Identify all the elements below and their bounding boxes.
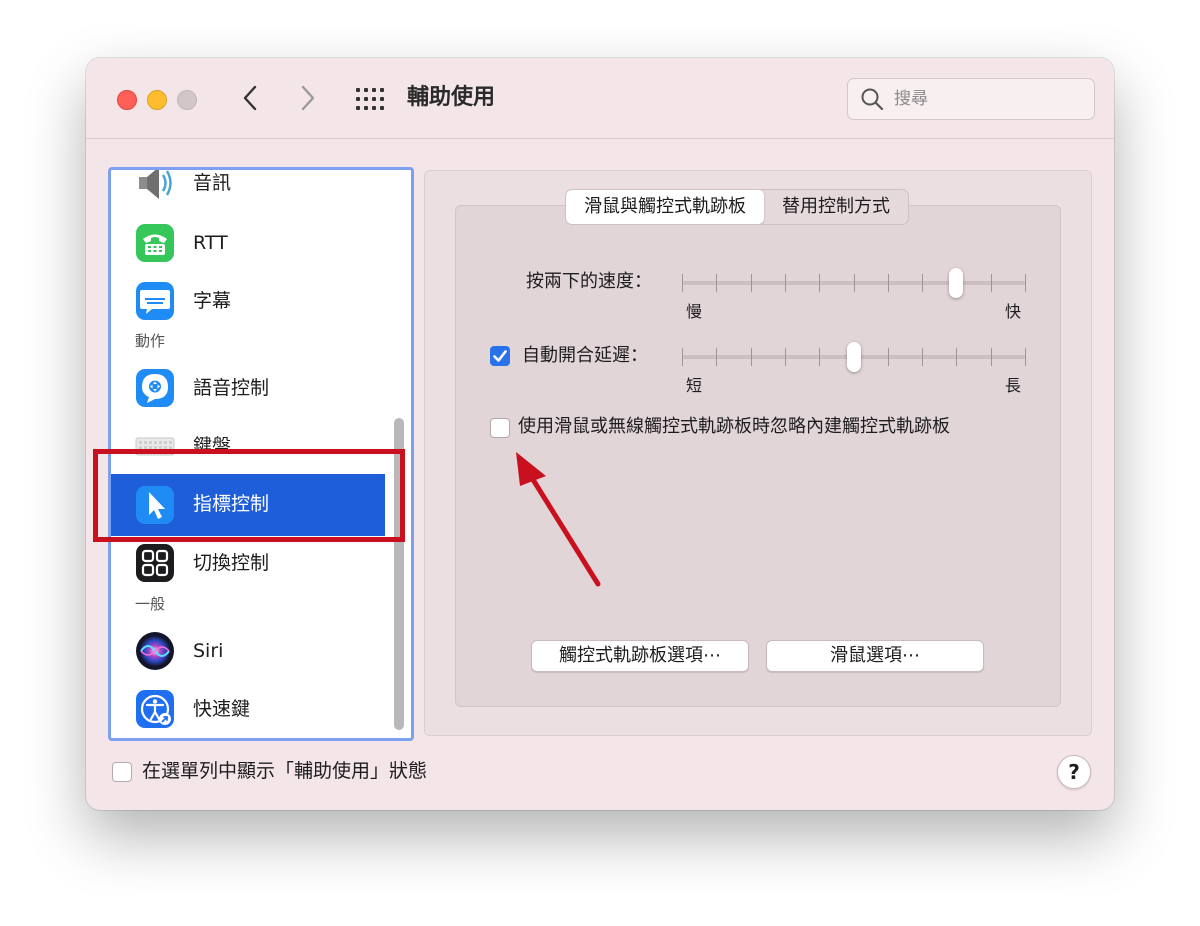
spring-loading-max-label: 長	[1005, 376, 1022, 395]
spring-loading-min-label: 短	[686, 376, 703, 395]
slider-knob[interactable]	[847, 342, 861, 372]
tab-control: 滑鼠與觸控式軌跡板 替用控制方式	[565, 189, 909, 225]
sidebar-item-shortcut[interactable]: 快速鍵	[111, 682, 385, 736]
speaker-icon	[139, 170, 172, 199]
slider-tick	[1025, 348, 1026, 366]
sidebar-item-switch-control[interactable]: 切換控制	[111, 536, 385, 590]
slider-tick	[888, 274, 889, 292]
slider-tick	[922, 348, 923, 366]
grid-icon	[356, 88, 384, 110]
slider-tick	[819, 348, 820, 366]
checkmark-icon	[493, 350, 507, 362]
slider-tick	[991, 348, 992, 366]
spring-loading-label: 自動開合延遲：	[522, 345, 648, 366]
accessibility-shortcut-icon	[136, 690, 174, 728]
slider-tick	[1025, 274, 1026, 292]
slider-tick	[991, 274, 992, 292]
double-click-max-label: 快	[1005, 302, 1022, 321]
sidebar-item-label: RTT	[193, 232, 228, 254]
slider-tick	[716, 348, 717, 366]
chevron-right-icon	[301, 85, 315, 111]
slider-tick	[751, 348, 752, 366]
slider-knob[interactable]	[949, 268, 963, 298]
window-title: 輔助使用	[407, 85, 496, 110]
slider-tick	[785, 274, 786, 292]
sidebar-item-label: 快速鍵	[193, 698, 251, 720]
sidebar-item-captions[interactable]: 字幕	[111, 274, 385, 328]
section-header-motor: 動作	[135, 332, 166, 350]
sidebar-item-siri[interactable]: Siri	[111, 624, 385, 678]
annotation-highlight-box	[93, 449, 405, 542]
search-input[interactable]	[892, 85, 1086, 113]
double-click-min-label: 慢	[686, 302, 703, 321]
minimize-button[interactable]	[147, 90, 167, 110]
slider-tick	[785, 348, 786, 366]
preferences-window: 輔助使用 音訊	[86, 58, 1114, 810]
sidebar-item-label: 切換控制	[193, 552, 270, 574]
titlebar: 輔助使用	[86, 58, 1114, 139]
slider-tick	[682, 274, 683, 292]
back-button[interactable]	[234, 80, 266, 116]
tab-alternate-control[interactable]: 替用控制方式	[764, 190, 908, 224]
sidebar-item-label: 字幕	[193, 290, 232, 312]
search-icon	[861, 88, 884, 111]
rtt-phone-icon	[136, 224, 174, 262]
slider-tick	[956, 348, 957, 366]
settings-panel: 滑鼠與觸控式軌跡板 替用控制方式 按兩下的速度： 慢 快 自動開合延遲： 短 長…	[424, 170, 1092, 736]
voice-control-icon	[136, 369, 174, 407]
spring-loading-slider[interactable]	[682, 342, 1026, 372]
ignore-trackpad-checkbox[interactable]	[490, 418, 510, 438]
tab-content: 按兩下的速度： 慢 快 自動開合延遲： 短 長 使用滑鼠或無線觸控式軌跡板時忽略…	[455, 205, 1061, 707]
show-status-checkbox[interactable]	[112, 762, 132, 782]
slider-tick	[819, 274, 820, 292]
search-field[interactable]	[847, 78, 1095, 120]
slider-tick	[751, 274, 752, 292]
close-button[interactable]	[117, 90, 137, 110]
switch-control-icon	[136, 544, 174, 582]
sidebar-item-voice-control[interactable]: 語音控制	[111, 361, 385, 415]
siri-icon	[136, 632, 174, 670]
slider-tick	[716, 274, 717, 292]
sidebar-item-rtt[interactable]: RTT	[111, 216, 385, 270]
trackpad-options-button[interactable]: 觸控式軌跡板選項⋯	[531, 640, 749, 672]
sidebar-item-label: Siri	[193, 640, 224, 662]
double-click-speed-slider[interactable]	[682, 268, 1026, 298]
help-button[interactable]: ?	[1057, 755, 1091, 789]
captions-icon	[136, 282, 174, 320]
double-click-speed-label: 按兩下的速度：	[526, 271, 652, 292]
sidebar-item-audio[interactable]: 音訊	[111, 170, 385, 210]
slider-tick	[682, 348, 683, 366]
spring-loading-checkbox[interactable]	[490, 346, 510, 366]
section-header-general: 一般	[135, 595, 166, 613]
tab-mouse-trackpad[interactable]: 滑鼠與觸控式軌跡板	[566, 190, 764, 224]
chevron-left-icon	[243, 85, 257, 111]
forward-button[interactable]	[292, 80, 324, 116]
show-all-button[interactable]	[356, 88, 384, 110]
zoom-button[interactable]	[177, 90, 197, 110]
sidebar-item-label: 音訊	[193, 172, 232, 194]
slider-tick	[922, 274, 923, 292]
mouse-options-button[interactable]: 滑鼠選項⋯	[766, 640, 984, 672]
show-status-label: 在選單列中顯示「輔助使用」狀態	[142, 760, 428, 782]
sidebar-item-label: 語音控制	[193, 377, 270, 399]
slider-tick	[854, 274, 855, 292]
slider-tick	[888, 348, 889, 366]
ignore-trackpad-label: 使用滑鼠或無線觸控式軌跡板時忽略內建觸控式軌跡板	[518, 416, 950, 437]
